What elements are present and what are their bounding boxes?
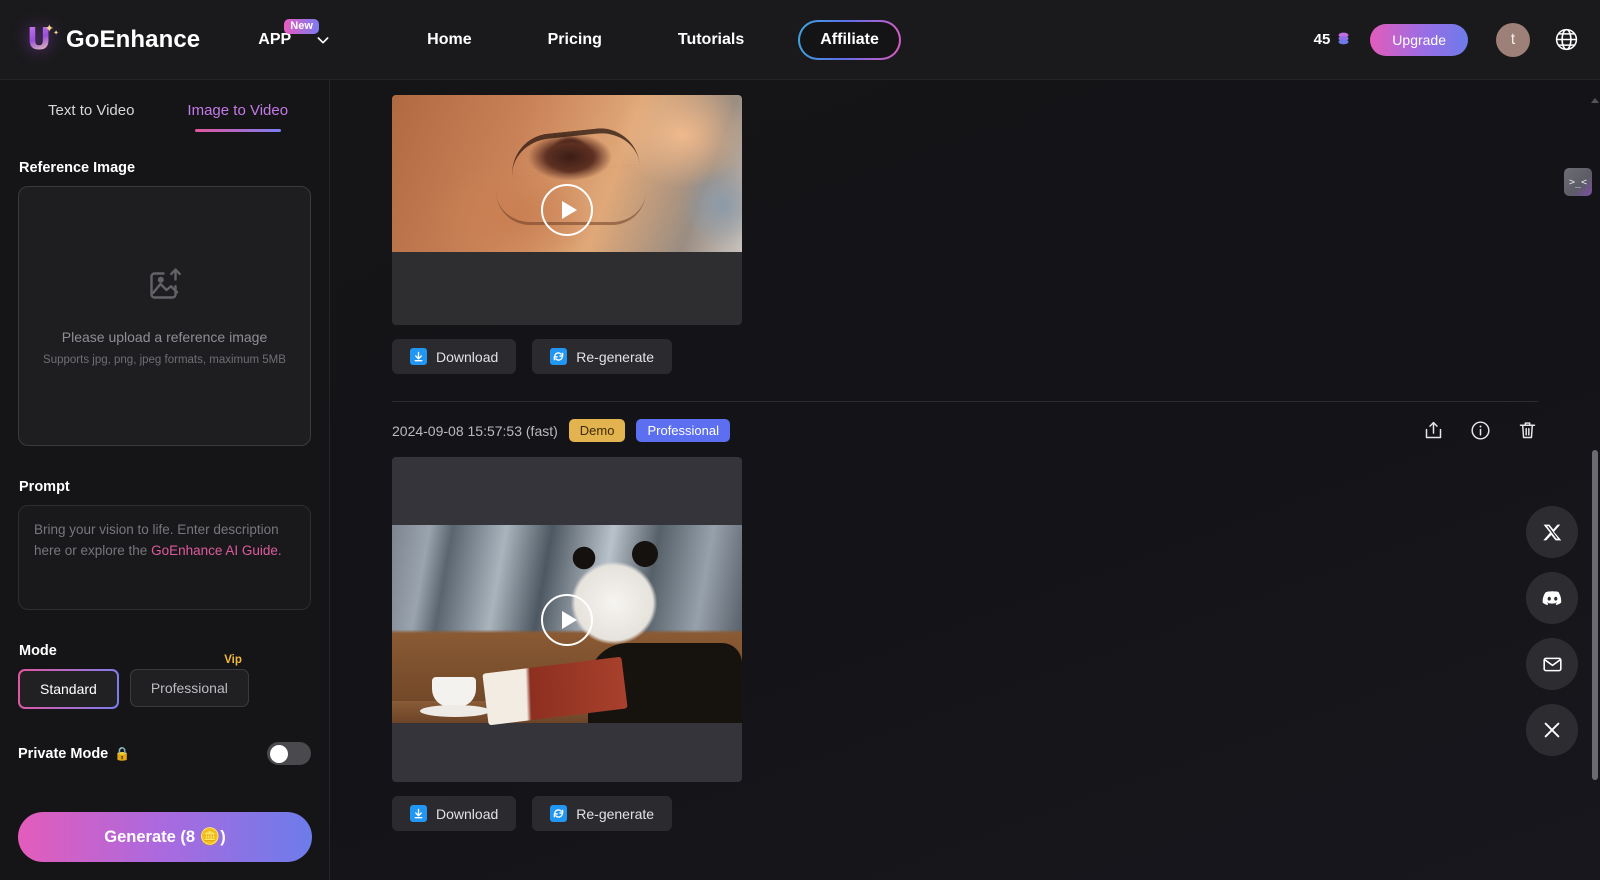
download-icon <box>410 805 427 822</box>
play-triangle <box>561 201 577 219</box>
left-sidebar: Text to Video Image to Video Reference I… <box>0 80 330 880</box>
main-nav: Home Pricing Tutorials Affiliate <box>389 19 901 60</box>
brand-name: GoEnhance <box>66 25 201 53</box>
download-icon <box>410 348 427 365</box>
main-content: Download Re-generate 2024-09-08 15:57:53… <box>330 80 1600 880</box>
scrollbar-thumb[interactable] <box>1592 450 1598 780</box>
mode-option-professional-label: Professional <box>150 680 228 696</box>
avatar[interactable]: t <box>1496 22 1530 57</box>
tab-text-to-video[interactable]: Text to Video <box>18 92 165 127</box>
toggle-knob <box>270 744 288 763</box>
chevron-down-icon <box>315 32 331 48</box>
nav-item-pricing[interactable]: Pricing <box>510 23 640 57</box>
brand-logo[interactable]: U ✦ ✦ GoEnhance <box>22 23 200 57</box>
coin-stack-icon <box>1335 31 1352 48</box>
private-mode-toggle[interactable] <box>267 742 311 765</box>
result-row-icons <box>1423 420 1538 441</box>
nav-item-home[interactable]: Home <box>389 23 509 57</box>
mode-title: Mode <box>19 643 57 659</box>
prompt-title: Prompt <box>19 479 70 495</box>
vip-badge: Vip <box>224 654 242 666</box>
social-buttons-stack <box>1526 506 1578 756</box>
tab-image-to-video[interactable]: Image to Video <box>165 92 312 127</box>
card-actions: Download Re-generate <box>392 339 1600 374</box>
card-divider <box>392 401 1538 402</box>
app-menu[interactable]: APP New <box>258 18 331 49</box>
regenerate-button[interactable]: Re-generate <box>532 796 673 831</box>
globe-icon[interactable] <box>1552 26 1580 54</box>
result-meta-row: 2024-09-08 15:57:53 (fast) Demo Professi… <box>392 419 1538 442</box>
regenerate-label: Re-generate <box>576 805 655 822</box>
sparkle-icon: ✦ <box>53 29 59 37</box>
close-icon[interactable] <box>1526 704 1578 756</box>
play-icon[interactable] <box>541 184 593 236</box>
video-thumbnail[interactable] <box>392 457 742 782</box>
upload-primary-text: Please upload a reference image <box>61 329 268 345</box>
credits-indicator[interactable]: 45 <box>1314 31 1353 48</box>
share-icon[interactable] <box>1423 420 1444 441</box>
app-menu-label: APP New <box>258 18 319 49</box>
header-right-group: 45 Upgrade t <box>1314 22 1580 57</box>
coffee-cup-shape <box>432 677 476 707</box>
saucer-shape <box>420 705 490 717</box>
info-icon[interactable] <box>1470 420 1491 441</box>
nav-item-affiliate[interactable]: Affiliate <box>798 19 901 60</box>
download-label: Download <box>436 348 499 365</box>
upgrade-button[interactable]: Upgrade <box>1370 23 1468 56</box>
regenerate-label: Re-generate <box>576 348 655 365</box>
reference-image-title: Reference Image <box>19 160 136 176</box>
lock-icon: 🔒 <box>114 745 131 761</box>
new-badge: New <box>284 18 319 34</box>
result-card: Download Re-generate <box>330 95 1600 374</box>
email-icon[interactable] <box>1526 638 1578 690</box>
image-upload-icon <box>147 266 183 307</box>
u-logo-icon: U ✦ ✦ <box>26 21 59 57</box>
play-icon[interactable] <box>541 593 593 646</box>
reference-image-dropzone[interactable]: Please upload a reference image Supports… <box>18 186 311 446</box>
download-button[interactable]: Download <box>392 796 517 831</box>
download-button[interactable]: Download <box>392 339 517 374</box>
refresh-icon <box>550 348 568 365</box>
card-actions: Download Re-generate <box>392 796 1600 831</box>
prompt-input[interactable]: Bring your vision to life. Enter descrip… <box>18 505 311 610</box>
page-scrollbar[interactable] <box>1590 80 1600 880</box>
generate-button[interactable]: Generate (8 🪙) <box>18 812 312 862</box>
upload-secondary-text: Supports jpg, png, jpeg formats, maximum… <box>43 354 286 366</box>
result-card: Download Re-generate <box>330 457 1600 831</box>
top-header: U ✦ ✦ GoEnhance APP New Home Pricing Tut… <box>0 0 1600 80</box>
emoji-toggle-button[interactable]: >_< <box>1564 168 1592 196</box>
eye-lash-shape <box>508 124 640 178</box>
status-badge-professional: Professional <box>636 419 731 442</box>
video-thumbnail[interactable] <box>392 95 742 325</box>
nav-item-tutorials[interactable]: Tutorials <box>640 23 782 57</box>
mode-option-professional[interactable]: Vip Professional <box>129 654 249 707</box>
trash-icon[interactable] <box>1517 420 1538 441</box>
discord-icon[interactable] <box>1526 572 1578 624</box>
private-mode-label: Private Mode <box>18 745 109 762</box>
goenhance-ai-guide-link[interactable]: GoEnhance AI Guide. <box>151 543 282 558</box>
mode-option-standard[interactable]: Standard <box>18 669 119 709</box>
refresh-icon <box>550 805 568 822</box>
mode-tabs: Text to Video Image to Video <box>18 80 311 127</box>
mode-options: Standard Vip Professional <box>18 654 311 709</box>
result-timestamp: 2024-09-08 15:57:53 (fast) <box>392 422 558 439</box>
credits-count: 45 <box>1313 31 1331 48</box>
private-mode-row: Private Mode 🔒 <box>18 742 311 765</box>
affiliate-label: Affiliate <box>820 30 879 48</box>
x-twitter-icon[interactable] <box>1526 506 1578 558</box>
status-badge-demo: Demo <box>568 419 626 442</box>
play-triangle <box>561 610 577 629</box>
regenerate-button[interactable]: Re-generate <box>532 339 673 374</box>
scroll-up-arrow[interactable] <box>1591 98 1599 103</box>
download-label: Download <box>436 805 499 822</box>
